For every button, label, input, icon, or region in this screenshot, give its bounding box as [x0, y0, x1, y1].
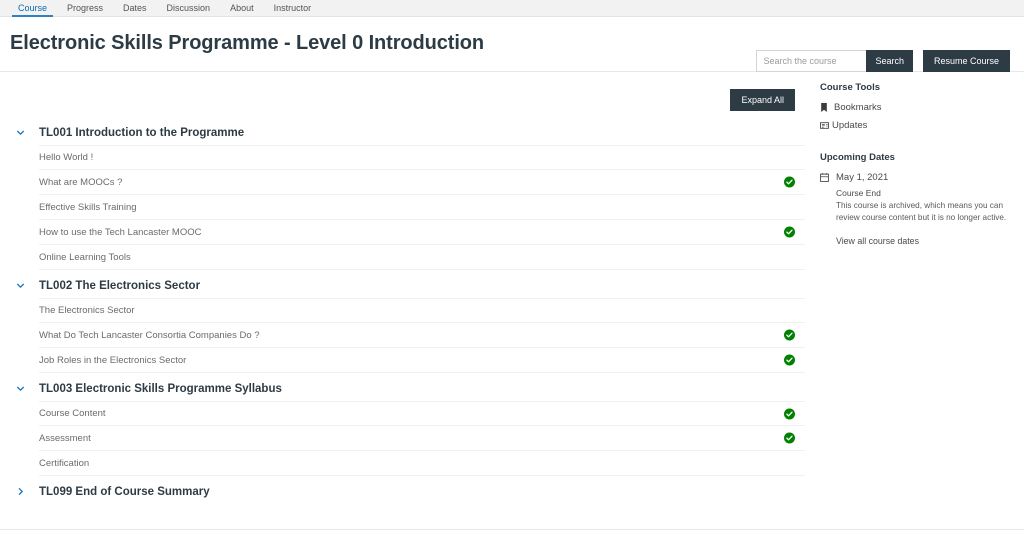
search-button[interactable]: Search — [866, 50, 913, 72]
completed-check-icon — [784, 329, 795, 341]
lesson-row[interactable]: Effective Skills Training — [39, 195, 805, 220]
lesson-name: The Electronics Sector — [39, 305, 135, 316]
course-tool-bookmarks[interactable]: Bookmarks — [820, 102, 1020, 113]
view-all-course-dates-link[interactable]: View all course dates — [836, 236, 1020, 246]
lesson-row[interactable]: Hello World ! — [39, 145, 805, 170]
lesson-row[interactable]: How to use the Tech Lancaster MOOC — [39, 220, 805, 245]
section-title: TL002 The Electronics Sector — [39, 279, 201, 292]
lesson-name: Online Learning Tools — [39, 251, 131, 263]
lesson-name: Effective Skills Training — [39, 201, 137, 213]
course-tools-list: Bookmarks Updates — [820, 102, 1020, 131]
course-sidebar: Course Tools Bookmarks Updates Upcoming D… — [820, 72, 1020, 246]
upcoming-dates-block: Upcoming Dates May 1, 2021 Course End Th… — [820, 152, 1020, 246]
date-text: May 1, 2021 — [836, 172, 889, 183]
nav-tab-about[interactable]: About — [220, 0, 264, 17]
nav-tab-course[interactable]: Course — [8, 0, 57, 18]
expand-all-button[interactable]: Expand All — [730, 89, 795, 111]
course-tool-label: Bookmarks — [834, 102, 882, 113]
section-header-tl099[interactable]: TL099 End of Course Summary — [10, 479, 812, 504]
chevron-down-icon — [12, 128, 28, 137]
completed-check-icon — [784, 226, 795, 238]
expand-all-row: Expand All — [10, 72, 812, 120]
section-title: TL001 Introduction to the Programme — [39, 126, 245, 139]
lesson-name: What Do Tech Lancaster Consortia Compani… — [39, 329, 260, 341]
completed-check-icon — [784, 432, 795, 444]
resume-course-button[interactable]: Resume Course — [922, 50, 1010, 72]
nav-tab-instructor[interactable]: Instructor — [264, 0, 322, 17]
chevron-right-icon — [12, 487, 28, 496]
chevron-down-icon — [12, 281, 28, 290]
section-header-tl003[interactable]: TL003 Electronic Skills Programme Syllab… — [10, 376, 812, 401]
course-header: Electronic Skills Programme - Level 0 In… — [0, 17, 1024, 72]
completed-check-icon — [784, 354, 795, 366]
lesson-row[interactable]: Job Roles in the Electronics Sector — [39, 348, 805, 373]
footer-divider — [0, 529, 1024, 530]
nav-tab-dates[interactable]: Dates — [113, 0, 157, 17]
chevron-down-icon — [12, 384, 28, 393]
lesson-name: Assessment — [39, 432, 91, 444]
bookmark-icon — [820, 103, 831, 112]
header-actions: Search Resume Course — [756, 50, 1010, 72]
section-header-tl002[interactable]: TL002 The Electronics Sector — [10, 273, 812, 298]
updates-icon — [820, 121, 831, 130]
lesson-name: Course Content — [39, 408, 106, 419]
lesson-row[interactable]: Assessment — [39, 426, 805, 451]
page-title: Electronic Skills Programme - Level 0 In… — [10, 32, 485, 54]
course-outline-column: Expand All TL001 Introduction to the Pro… — [0, 72, 812, 504]
sections-list: TL001 Introduction to the Programme Hello… — [10, 120, 812, 504]
section-title: TL099 End of Course Summary — [39, 485, 210, 498]
date-event-description: This course is archived, which means you… — [836, 201, 1007, 222]
completed-check-icon — [784, 408, 795, 419]
section-header-tl001[interactable]: TL001 Introduction to the Programme — [10, 120, 812, 145]
upcoming-dates-heading: Upcoming Dates — [820, 152, 895, 163]
nav-tab-discussion[interactable]: Discussion — [157, 0, 221, 17]
completed-check-icon — [784, 176, 795, 188]
lesson-name: Certification — [39, 457, 90, 469]
search-input[interactable] — [756, 50, 867, 72]
date-event-title: Course End — [836, 188, 881, 198]
course-tools-heading: Course Tools — [820, 82, 880, 93]
lesson-name: What are MOOCs ? — [39, 176, 123, 188]
lesson-row[interactable]: What Do Tech Lancaster Consortia Compani… — [39, 323, 805, 348]
calendar-icon — [820, 173, 831, 182]
course-tool-updates[interactable]: Updates — [820, 120, 1020, 131]
lesson-row[interactable]: Online Learning Tools — [39, 245, 805, 270]
nav-tab-progress[interactable]: Progress — [57, 0, 113, 17]
lesson-name: Job Roles in the Electronics Sector — [39, 354, 187, 366]
section-title: TL003 Electronic Skills Programme Syllab… — [39, 382, 282, 395]
lesson-name: Hello World ! — [39, 152, 94, 163]
lesson-row[interactable]: Certification — [39, 451, 805, 476]
course-outline-page: Course Progress Dates Discussion About Instru… — [0, 0, 1024, 541]
date-detail: Course End This course is archived, whic… — [836, 188, 1020, 224]
lesson-row[interactable]: Course Content — [39, 401, 805, 426]
course-nav-tabs: Course Progress Dates Discussion About Instru… — [0, 0, 1024, 18]
date-row: May 1, 2021 — [820, 172, 1020, 183]
lesson-row[interactable]: The Electronics Sector — [39, 298, 805, 323]
lesson-name: How to use the Tech Lancaster MOOC — [39, 226, 202, 238]
lesson-row[interactable]: What are MOOCs ? — [39, 170, 805, 195]
course-tool-label: Updates — [832, 120, 868, 131]
